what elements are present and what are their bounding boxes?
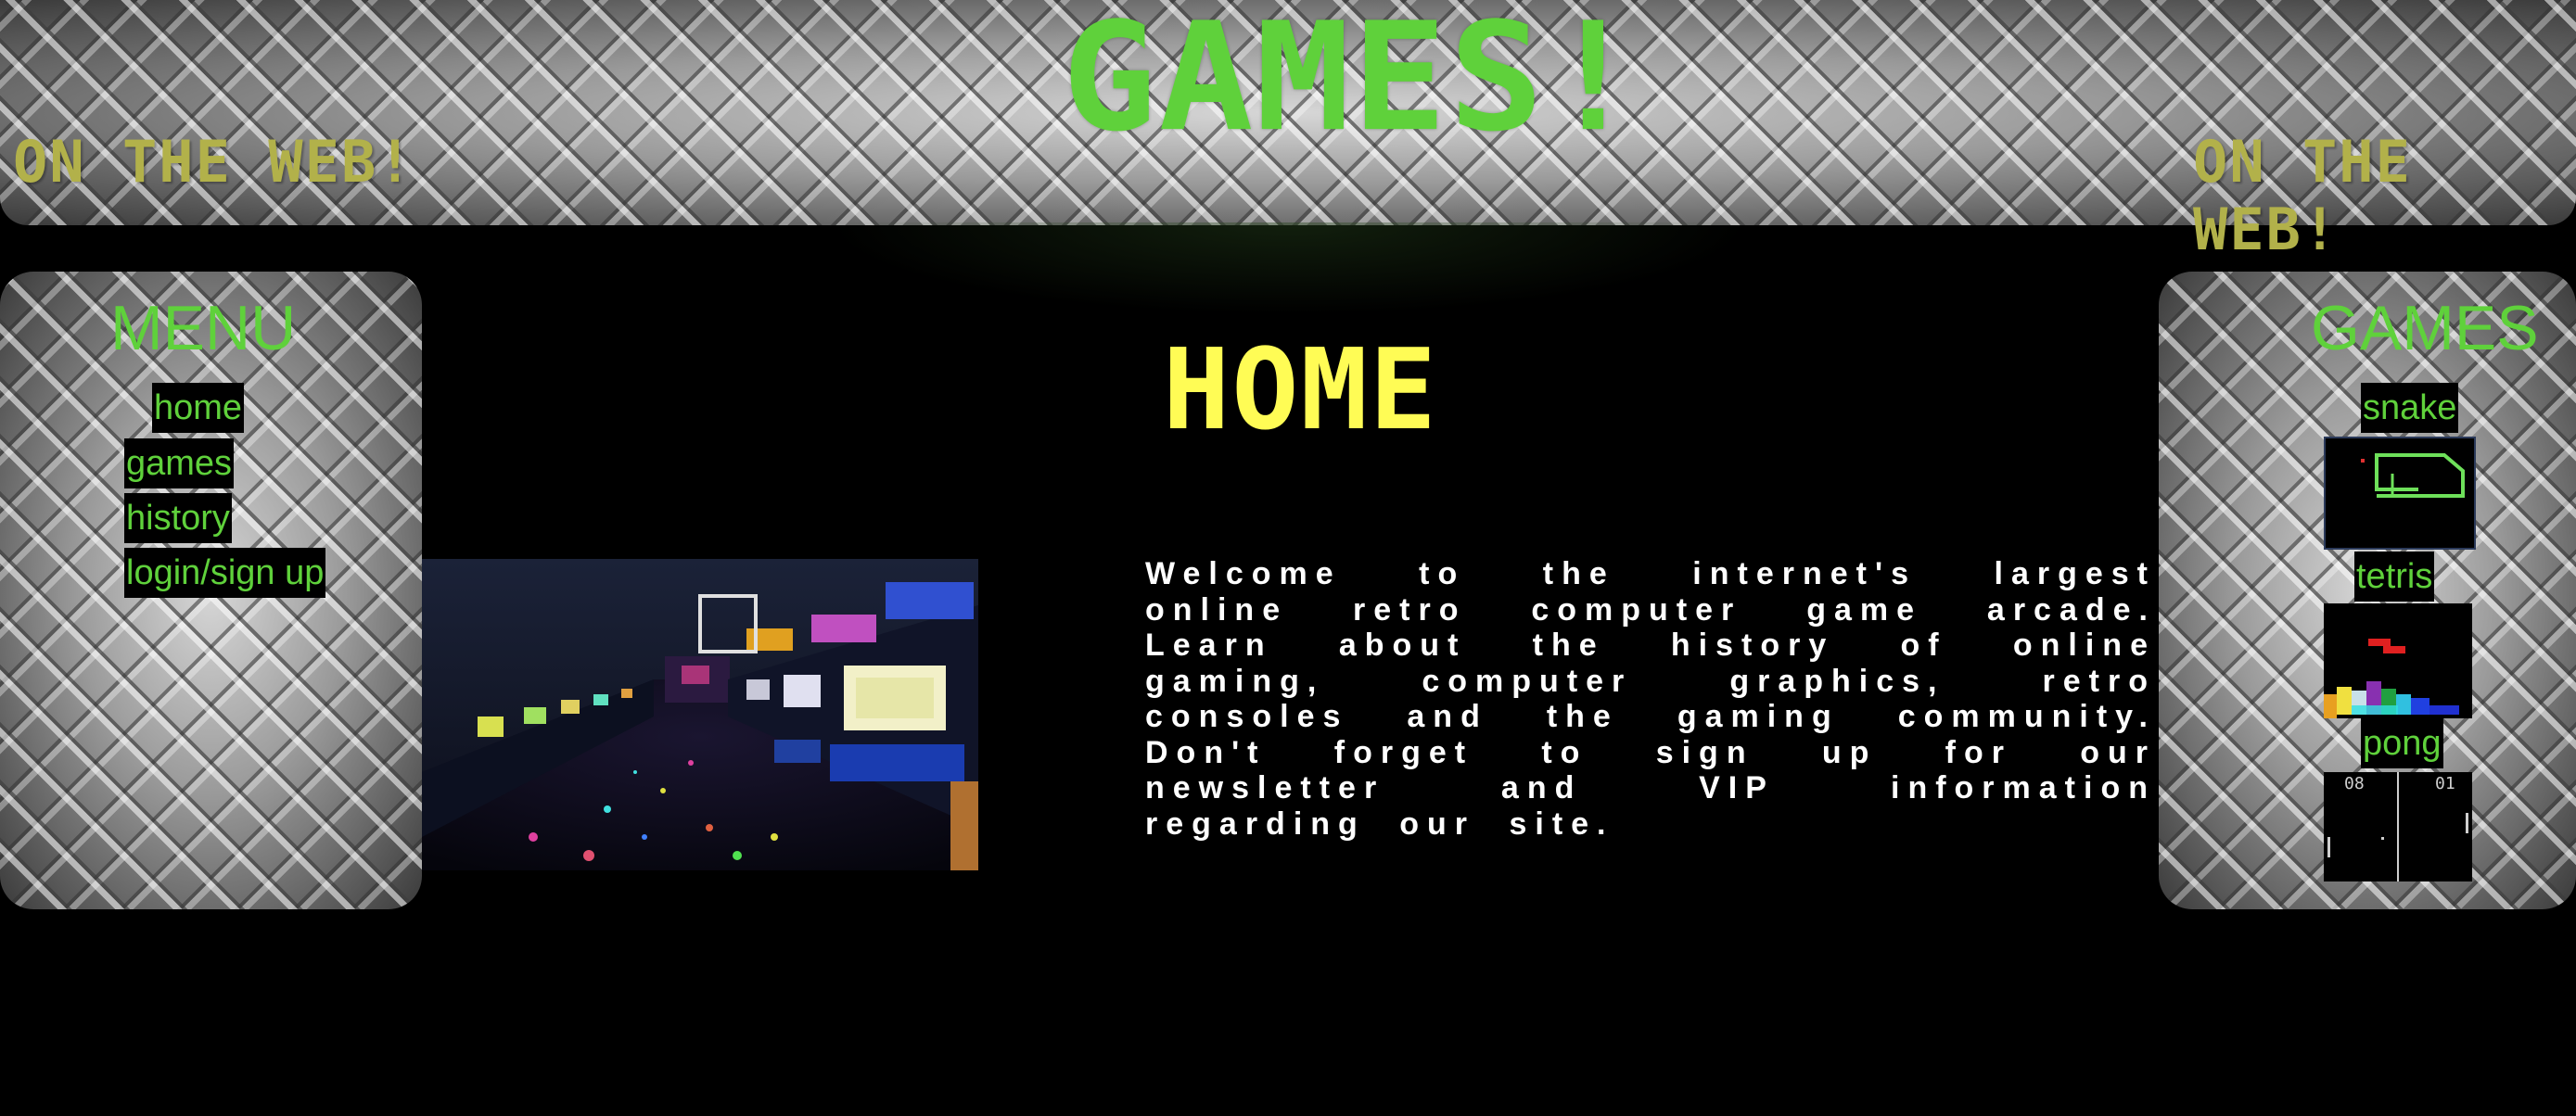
tagline-left: ON THE WEB! xyxy=(13,128,414,196)
games-panel: GAMES snake tetris pong 08 01 xyxy=(2159,272,2576,909)
nav-link-games[interactable]: games xyxy=(124,438,235,488)
game-label-snake[interactable]: snake xyxy=(2361,383,2459,433)
games-title: GAMES xyxy=(2311,293,2539,363)
welcome-text: Welcome to the internet's largest online… xyxy=(1145,556,2156,842)
tagline-right: ON THE WEB! xyxy=(2193,128,2412,263)
nav-link-home[interactable]: home xyxy=(152,383,245,433)
game-label-tetris[interactable]: tetris xyxy=(2354,552,2435,602)
nav-link-login-signup[interactable]: login/sign up xyxy=(124,548,326,598)
site-title: GAMES! xyxy=(1062,0,1643,166)
header-glow xyxy=(825,222,1753,315)
pong-score-right: 01 xyxy=(2435,774,2455,793)
snake-thumbnail[interactable] xyxy=(2324,437,2476,550)
pong-score-left: 08 xyxy=(2344,774,2365,793)
page-heading: HOME xyxy=(1163,326,1438,455)
pong-thumbnail[interactable]: 08 01 xyxy=(2324,772,2472,881)
tetris-thumbnail[interactable] xyxy=(2324,603,2472,718)
arcade-photo xyxy=(422,559,978,870)
nav-link-history[interactable]: history xyxy=(124,493,232,543)
menu-panel: MENU home games history login/sign up xyxy=(0,272,422,909)
game-label-pong[interactable]: pong xyxy=(2361,718,2443,768)
site-header: GAMES! ON THE WEB! ON THE WEB! xyxy=(0,0,2576,263)
menu-title: MENU xyxy=(110,293,297,363)
